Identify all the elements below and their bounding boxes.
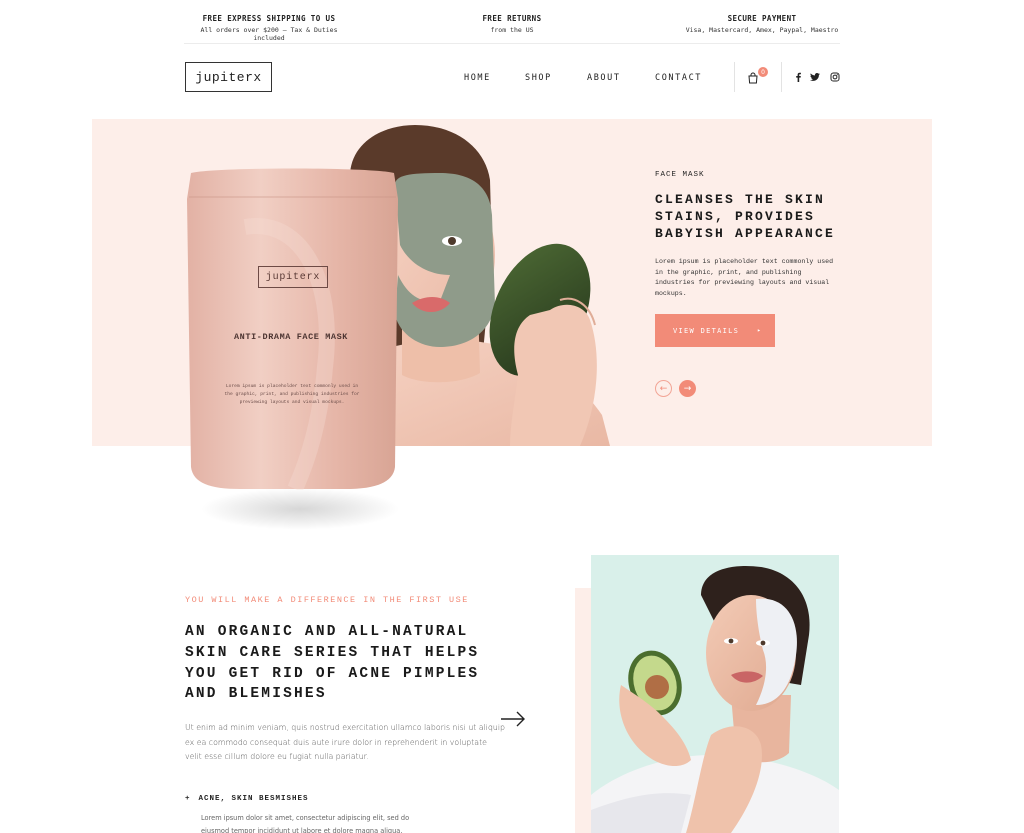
hero-eyebrow: FACE MASK — [655, 171, 705, 179]
payment-title: SECURE PAYMENT — [727, 14, 797, 23]
payment-subtitle: Visa, Mastercard, Amex, Paypal, Maestro — [685, 26, 839, 34]
pouch-product-description: Lorem ipsum is placeholder text commonly… — [224, 384, 360, 405]
caret-right-icon: ▸ — [757, 327, 762, 334]
slider-next-button[interactable]: → — [679, 380, 696, 397]
nav-home[interactable]: HOME — [464, 73, 491, 83]
model-avocado-illustration — [591, 565, 839, 833]
plus-icon: + — [185, 795, 191, 803]
nav-shop[interactable]: SHOP — [525, 73, 552, 83]
payment-info: SECURE PAYMENT Visa, Mastercard, Amex, P… — [684, 14, 840, 34]
pouch-product-title: ANTI-DRAMA FACE MASK — [233, 332, 349, 342]
hero-description: Lorem ipsum is placeholder text commonly… — [655, 258, 834, 297]
returns-subtitle: from the US — [490, 26, 534, 34]
cart-count-badge: 0 — [758, 67, 768, 77]
view-details-button[interactable]: VIEW DETAILS ▸ — [655, 314, 775, 347]
nav-divider — [781, 62, 782, 92]
feature-title: ACNE, SKIN BESMISHES — [198, 795, 309, 803]
returns-title: FREE RETURNS — [482, 14, 542, 23]
section-paragraph: Ut enim ad minim veniam, quis nostrud ex… — [185, 723, 505, 762]
returns-info: FREE RETURNS from the US — [452, 14, 572, 34]
decorative-strip — [575, 588, 591, 833]
feature-description: Lorem ipsum dolor sit amet, consectetur … — [201, 814, 410, 833]
shipping-title: FREE EXPRESS SHIPPING TO US — [202, 14, 336, 23]
nav-divider — [734, 62, 735, 92]
pouch-shadow — [200, 488, 400, 530]
facebook-icon[interactable] — [793, 72, 803, 82]
hero-title: CLEANSES THE SKIN STAINS, PROVIDES BABYI… — [655, 192, 836, 241]
pouch-logo: jupiterx — [258, 266, 328, 288]
view-details-label: VIEW DETAILS — [673, 326, 740, 335]
nav-about[interactable]: ABOUT — [587, 73, 621, 83]
bag-icon[interactable] — [747, 72, 759, 84]
instagram-icon[interactable] — [830, 72, 840, 82]
model-avocado-photo — [591, 555, 839, 833]
page: FREE EXPRESS SHIPPING TO US All orders o… — [0, 0, 1024, 833]
nav-contact[interactable]: CONTACT — [655, 73, 702, 83]
arrow-right-icon[interactable] — [500, 710, 526, 728]
section-heading: AN ORGANIC AND ALL-NATURAL SKIN CARE SER… — [185, 624, 480, 703]
feature-item: + ACNE, SKIN BESMISHES — [185, 795, 309, 803]
product-pouch-image — [187, 168, 398, 490]
top-info-bar: FREE EXPRESS SHIPPING TO US All orders o… — [184, 14, 840, 44]
slider-prev-button[interactable]: ← — [655, 380, 672, 397]
shipping-info: FREE EXPRESS SHIPPING TO US All orders o… — [184, 14, 354, 42]
section-eyebrow: YOU WILL MAKE A DIFFERENCE IN THE FIRST … — [185, 595, 469, 605]
twitter-icon[interactable] — [810, 72, 820, 82]
site-logo[interactable]: jupiterx — [185, 62, 272, 92]
shipping-subtitle: All orders over $200 — Tax & Duties incl… — [200, 26, 338, 42]
